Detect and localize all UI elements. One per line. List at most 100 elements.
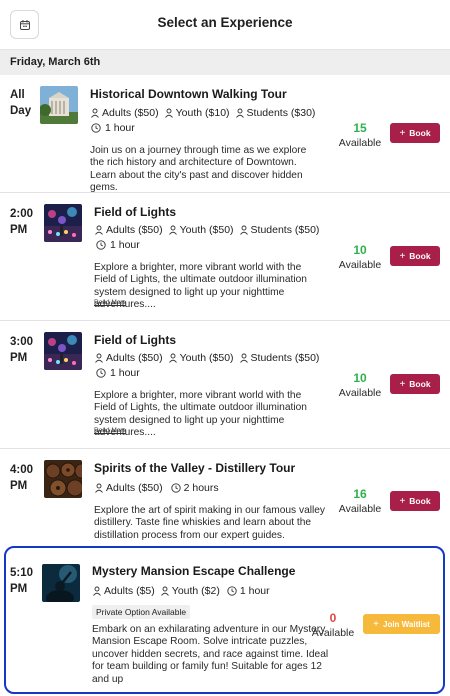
price-text: Adults ($50): [102, 107, 159, 119]
pricing-list: Adults ($5) Youth ($2) 1 hour: [92, 585, 270, 597]
time-line-2: PM: [10, 583, 28, 595]
time-line-1: 3:00: [10, 336, 34, 348]
pricing-list: Adults ($50) Youth ($50) Students ($50): [94, 352, 324, 364]
time-line-2: PM: [10, 224, 28, 236]
experience-title[interactable]: Field of Lights: [94, 205, 176, 219]
price-text: Adults ($5): [104, 585, 155, 597]
clock-icon: [91, 123, 101, 133]
date-label: Friday, March 6th: [10, 56, 101, 68]
experience-title[interactable]: Spirits of the Valley - Distillery Tour: [94, 461, 295, 475]
available-count: 15: [353, 121, 367, 135]
availability: 10 Available: [335, 371, 385, 399]
duration: 1 hour: [91, 122, 135, 134]
plus-icon: +: [399, 378, 406, 390]
read-more-link[interactable]: Read More: [94, 299, 126, 306]
price-item: Students ($50): [239, 224, 320, 236]
person-icon: [168, 225, 177, 235]
time-line-2: Day: [10, 105, 32, 117]
clock-icon: [227, 586, 237, 596]
experience-title[interactable]: Field of Lights: [94, 333, 176, 347]
duration-text: 1 hour: [110, 239, 140, 251]
button-label: Book: [409, 379, 431, 389]
button-label: Book: [409, 128, 431, 138]
time-slot: 2:00 PM: [10, 206, 38, 238]
book-button[interactable]: + Book: [390, 246, 440, 266]
time-line-2: PM: [10, 352, 28, 364]
available-count: 16: [353, 487, 367, 501]
price-text: Adults ($50): [106, 352, 163, 364]
duration: 1 hour: [227, 585, 270, 597]
available-label: Available: [338, 137, 382, 149]
duration: 1 hour: [96, 367, 140, 379]
experience-row-selected: 5:10 PM Mystery Mansion Escape Challenge…: [4, 546, 445, 694]
person-icon: [95, 353, 103, 363]
button-label: Book: [409, 251, 431, 261]
price-text: Students ($50): [250, 224, 320, 236]
date-header: Friday, March 6th: [0, 49, 450, 75]
price-text: Youth ($2): [171, 585, 220, 597]
experience-description: Explore the art of spirit making in our …: [94, 505, 326, 541]
person-icon: [95, 483, 103, 493]
person-icon: [91, 108, 99, 118]
price-item: Students ($30): [235, 107, 316, 119]
duration-text: 1 hour: [105, 122, 135, 134]
plus-icon: +: [373, 618, 379, 630]
experience-title[interactable]: Mystery Mansion Escape Challenge: [92, 564, 295, 578]
clock-icon: [96, 368, 106, 378]
availability: 16 Available: [335, 487, 385, 515]
experience-description: Explore a brighter, more vibrant world w…: [94, 390, 307, 439]
plus-icon: +: [399, 495, 406, 507]
time-line-1: 2:00: [10, 208, 34, 220]
read-more-link[interactable]: Read More: [94, 427, 126, 434]
pricing-list: Adults ($50) 2 hours: [94, 482, 219, 494]
pricing-list: Adults ($50) Youth ($50) Students ($50): [94, 224, 324, 236]
price-text: Adults ($50): [106, 224, 163, 236]
duration: 1 hour: [96, 239, 140, 251]
price-item: Adults ($50): [94, 352, 163, 364]
person-icon: [239, 353, 248, 363]
available-count: 10: [353, 371, 367, 385]
time-slot: 5:10 PM: [10, 565, 38, 597]
experience-thumbnail[interactable]: [44, 460, 82, 498]
time-slot: 4:00 PM: [10, 462, 38, 494]
experience-row: 2:00 PM Field of Lights Adults ($50) You…: [0, 193, 450, 321]
price-item: Youth ($50): [168, 352, 234, 364]
experience-thumbnail[interactable]: [42, 564, 80, 602]
experience-title[interactable]: Historical Downtown Walking Tour: [90, 87, 287, 101]
price-item: Youth ($50): [168, 224, 234, 236]
price-item: Adults ($5): [92, 585, 155, 597]
experience-row: All Day Historical Downtown Walking Tour…: [0, 75, 450, 193]
time-line-1: 4:00: [10, 464, 34, 476]
price-text: Adults ($50): [106, 482, 163, 494]
price-item: Adults ($50): [94, 482, 163, 494]
plus-icon: +: [399, 250, 406, 262]
duration-text: 1 hour: [110, 367, 140, 379]
experience-thumbnail[interactable]: [44, 332, 82, 370]
price-text: Youth ($10): [175, 107, 230, 119]
price-text: Youth ($50): [179, 352, 234, 364]
person-icon: [95, 225, 103, 235]
book-button[interactable]: + Book: [390, 123, 440, 143]
clock-icon: [170, 483, 181, 493]
person-icon: [235, 108, 244, 118]
experience-description: Join us on a journey through time as we …: [90, 145, 307, 194]
experience-thumbnail[interactable]: [44, 204, 82, 242]
book-button[interactable]: + Book: [390, 491, 440, 511]
time-slot: 3:00 PM: [10, 334, 38, 366]
duration-text: 1 hour: [239, 585, 270, 597]
person-icon: [239, 225, 248, 235]
available-count: 10: [353, 243, 367, 257]
private-option-badge: Private Option Available: [92, 605, 191, 619]
experience-thumbnail[interactable]: [40, 86, 78, 124]
price-text: Students ($30): [246, 107, 316, 119]
experience-description: Explore a brighter, more vibrant world w…: [94, 262, 307, 311]
availability: 0 Available: [308, 611, 358, 639]
price-item: Adults ($50): [94, 224, 163, 236]
availability: 10 Available: [335, 243, 385, 271]
book-button[interactable]: + Book: [390, 374, 440, 394]
plus-icon: +: [399, 127, 406, 139]
price-item: Adults ($50): [90, 107, 159, 119]
person-icon: [164, 108, 173, 118]
join-waitlist-button[interactable]: + Join Waitlist: [363, 614, 440, 634]
available-label: Available: [338, 503, 382, 515]
